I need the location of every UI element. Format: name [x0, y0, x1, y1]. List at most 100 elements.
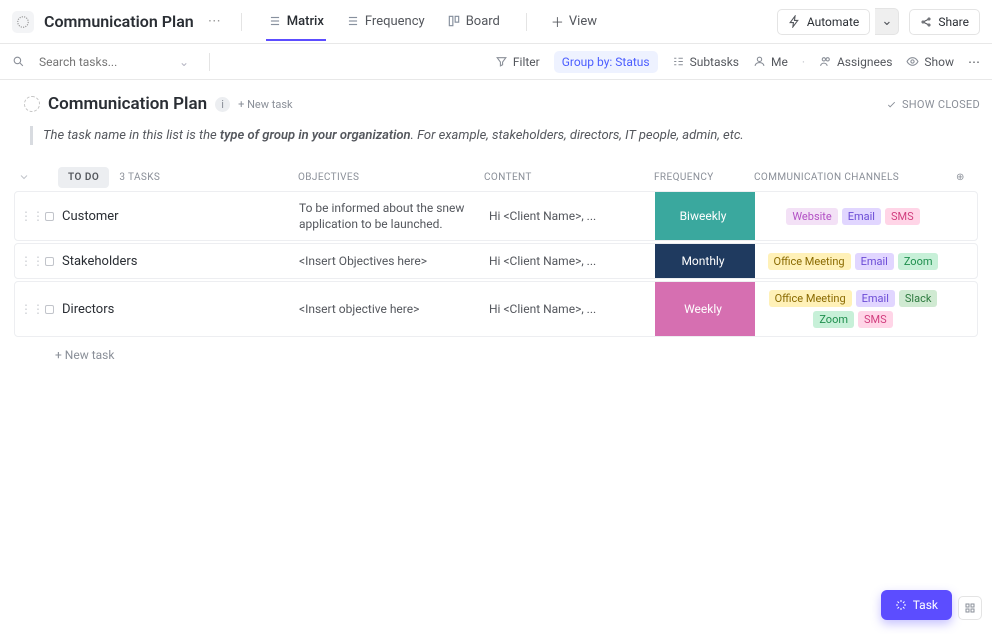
list-description: The task name in this list is the type o… [30, 126, 980, 145]
me-label: Me [771, 55, 788, 69]
list-status-icon [24, 96, 40, 112]
desc-bold: type of group in your organization [220, 128, 411, 143]
chevron-down-icon[interactable]: ⌄ [179, 55, 189, 69]
status-dot[interactable] [45, 212, 54, 221]
tab-frequency[interactable]: Frequency [344, 4, 427, 41]
col-channels[interactable]: COMMUNICATION CHANNELS [754, 172, 956, 183]
show-label: Show [924, 55, 954, 69]
channel-tag[interactable]: SMS [858, 311, 893, 328]
fab-apps-button[interactable] [958, 596, 982, 620]
new-task-bottom[interactable]: + New task [14, 339, 978, 371]
table-row[interactable]: ⋮⋮ Stakeholders <Insert Objectives here>Hi… [14, 243, 978, 279]
channel-tag[interactable]: Email [856, 290, 895, 307]
me-button[interactable]: Me [753, 55, 788, 69]
collapse-icon[interactable] [18, 171, 30, 183]
info-icon[interactable]: i [215, 97, 230, 112]
share-button[interactable]: Share [909, 9, 980, 35]
divider [241, 13, 242, 31]
content-cell[interactable]: Hi <Client Name>, ... [485, 192, 655, 240]
frequency-cell[interactable]: Monthly [655, 244, 755, 278]
channel-tag[interactable]: Zoom [813, 311, 854, 328]
frequency-cell[interactable]: Biweekly [655, 192, 755, 240]
frequency-cell[interactable]: Weekly [655, 282, 755, 336]
content-cell[interactable]: Hi <Client Name>, ... [485, 282, 655, 336]
sparkle-icon [895, 599, 907, 611]
filter-button[interactable]: Filter [495, 55, 540, 69]
title-more-icon[interactable]: ⋯ [204, 12, 225, 31]
toolbar-more-icon[interactable]: ⋯ [968, 55, 980, 69]
channel-tag[interactable]: Zoom [898, 253, 939, 270]
assignees-label: Assignees [837, 55, 892, 69]
task-name[interactable]: Directors [62, 302, 114, 317]
list-title: Communication Plan [48, 94, 207, 114]
fab-label: Task [913, 598, 938, 612]
automate-caret[interactable]: ⌄ [875, 8, 899, 35]
channel-tag[interactable]: Website [786, 208, 837, 225]
row-trailing [955, 282, 977, 336]
list-header: Communication Plan i + New task SHOW CLO… [0, 80, 992, 120]
toolbar: ⌄ Filter Group by: Status Subtasks Me · … [0, 44, 992, 80]
content-cell[interactable]: Hi <Client Name>, ... [485, 244, 655, 278]
column-header-row: TO DO 3 TASKS OBJECTIVES CONTENT FREQUEN… [14, 163, 978, 191]
channel-tag[interactable]: Email [842, 208, 881, 225]
dot-separator: · [802, 55, 805, 69]
new-task-fab[interactable]: Task [881, 590, 952, 620]
table: TO DO 3 TASKS OBJECTIVES CONTENT FREQUEN… [0, 163, 992, 371]
assignees-button[interactable]: Assignees [819, 55, 892, 69]
status-dot[interactable] [45, 305, 54, 314]
row-trailing [955, 192, 977, 240]
objectives-cell[interactable]: <Insert objective here> [295, 282, 485, 336]
new-task-top[interactable]: + New task [238, 98, 292, 111]
channel-tag[interactable]: Email [855, 253, 894, 270]
automate-button[interactable]: Automate [777, 9, 870, 35]
filter-label: Filter [513, 55, 540, 69]
table-row[interactable]: ⋮⋮ Customer To be informed about the snew … [14, 191, 978, 241]
tab-label: Matrix [287, 14, 324, 29]
search-icon [12, 55, 25, 68]
subtasks-label: Subtasks [690, 55, 739, 69]
divider [526, 13, 527, 31]
add-column-button[interactable]: ⊕ [956, 172, 978, 183]
add-view-button[interactable]: ＋ View [551, 12, 597, 31]
search-input[interactable] [39, 55, 173, 69]
tab-board[interactable]: Board [445, 4, 502, 41]
topbar: Communication Plan ⋯ Matrix Frequency Bo… [0, 0, 992, 44]
show-closed-label: SHOW CLOSED [902, 98, 980, 111]
page-title: Communication Plan [44, 12, 194, 31]
tab-label: Board [466, 14, 500, 29]
view-add-label: View [569, 14, 597, 29]
channel-tag[interactable]: Office Meeting [769, 290, 852, 307]
col-objectives[interactable]: OBJECTIVES [294, 172, 484, 183]
col-frequency[interactable]: FREQUENCY [654, 172, 754, 183]
task-count: 3 TASKS [119, 172, 160, 183]
drag-handle-icon[interactable]: ⋮⋮ [19, 209, 45, 223]
task-name[interactable]: Customer [62, 209, 119, 224]
table-row[interactable]: ⋮⋮ Directors <Insert objective here>Hi <Cl… [14, 281, 978, 337]
channel-tag[interactable]: Slack [899, 290, 938, 307]
show-button[interactable]: Show [906, 55, 954, 69]
status-pill[interactable]: TO DO [58, 167, 109, 188]
row-trailing [955, 244, 977, 278]
channel-tag[interactable]: SMS [885, 208, 920, 225]
app-icon [12, 11, 34, 33]
group-prefix: Group by: [562, 55, 613, 69]
divider [209, 53, 210, 71]
search-wrap: ⌄ [39, 55, 189, 69]
group-by-chip[interactable]: Group by: Status [554, 51, 658, 73]
status-dot[interactable] [45, 257, 54, 266]
objectives-cell[interactable]: To be informed about the snew applicatio… [295, 192, 485, 240]
show-closed-button[interactable]: SHOW CLOSED [886, 98, 980, 111]
desc-post: . For example, stakeholders, directors, … [411, 128, 744, 143]
channels-cell[interactable]: Office MeetingEmailSlack ZoomSMS [755, 282, 955, 336]
channel-tag[interactable]: Office Meeting [768, 253, 851, 270]
channels-cell[interactable]: Office MeetingEmailZoom [755, 244, 955, 278]
drag-handle-icon[interactable]: ⋮⋮ [19, 254, 45, 268]
task-name[interactable]: Stakeholders [62, 254, 137, 269]
automate-label: Automate [807, 15, 859, 29]
objectives-cell[interactable]: <Insert Objectives here> [295, 244, 485, 278]
drag-handle-icon[interactable]: ⋮⋮ [19, 302, 45, 316]
col-content[interactable]: CONTENT [484, 172, 654, 183]
tab-matrix[interactable]: Matrix [266, 4, 326, 41]
channels-cell[interactable]: Website EmailSMS [755, 192, 955, 240]
subtasks-button[interactable]: Subtasks [672, 55, 739, 69]
